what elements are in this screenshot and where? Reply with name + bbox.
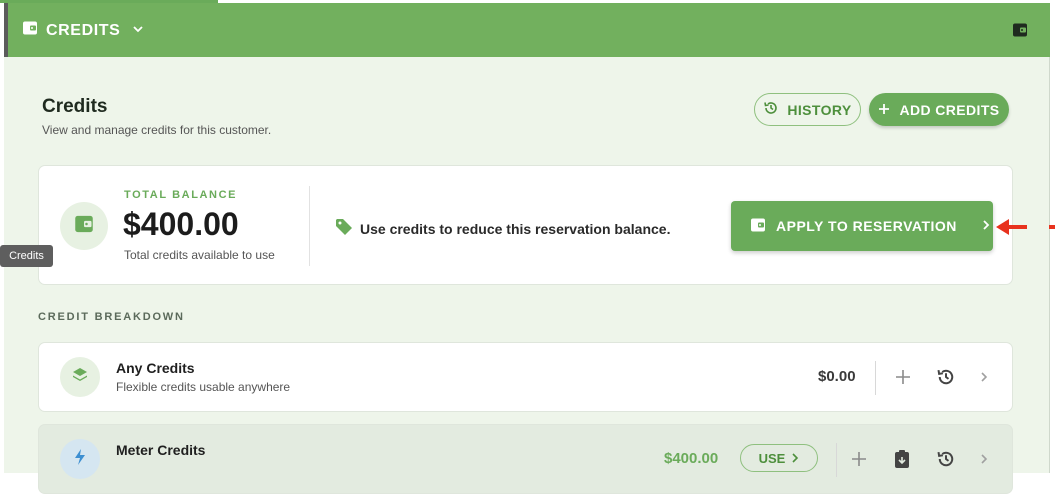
chevron-right-icon [981, 218, 991, 234]
balance-wallet-badge [60, 202, 108, 250]
history-button[interactable]: HISTORY [754, 93, 861, 126]
chevron-right-icon[interactable] [972, 365, 996, 389]
add-credits-label: ADD CREDITS [899, 101, 1000, 118]
history-label: HISTORY [787, 101, 852, 118]
meter-credits-badge [60, 439, 100, 479]
plus-icon [878, 102, 890, 118]
credit-description: Flexible credits usable anywhere [116, 380, 291, 394]
history-icon[interactable] [934, 447, 958, 471]
layers-icon [71, 366, 89, 389]
panel-header: CREDITS [4, 3, 1050, 57]
divider [309, 186, 310, 266]
chevron-right-icon[interactable] [972, 447, 996, 471]
history-icon[interactable] [934, 365, 958, 389]
total-balance-label: TOTAL BALANCE [124, 189, 238, 201]
divider [836, 443, 837, 477]
use-button[interactable]: USE [740, 444, 818, 472]
wallet-icon [22, 20, 38, 41]
tooltip: Credits [0, 245, 53, 267]
apply-to-reservation-button[interactable]: APPLY TO RESERVATION [731, 201, 993, 251]
lightning-icon [72, 448, 88, 471]
list-item[interactable]: Any Credits Flexible credits usable anyw… [38, 342, 1013, 412]
wallet-icon [750, 217, 766, 236]
panel-title: CREDITS [46, 21, 121, 39]
clipboard-icon[interactable] [890, 447, 914, 471]
add-credit-icon[interactable] [847, 447, 871, 471]
annotation-arrow-icon [995, 217, 1055, 242]
history-icon [763, 100, 779, 119]
panel-title-dropdown[interactable]: CREDITS [22, 20, 144, 41]
total-balance-card: TOTAL BALANCE $400.00 Total credits avai… [38, 165, 1013, 285]
credit-amount: $0.00 [818, 368, 856, 385]
any-credits-badge [60, 357, 100, 397]
tag-icon [335, 218, 353, 239]
add-credit-icon[interactable] [891, 365, 915, 389]
wallet-icon [74, 214, 94, 239]
add-credits-button[interactable]: ADD CREDITS [869, 93, 1009, 126]
apply-hint-text: Use credits to reduce this reservation b… [360, 220, 671, 237]
divider [875, 361, 876, 395]
credit-breakdown-heading: CREDIT BREAKDOWN [38, 311, 185, 323]
use-label: USE [758, 450, 786, 466]
list-item[interactable]: Meter Credits $400.00 USE [38, 424, 1013, 494]
page-subtitle: View and manage credits for this custome… [42, 123, 272, 137]
total-balance-caption: Total credits available to use [124, 248, 275, 262]
chevron-right-icon [791, 451, 799, 466]
page-title: Credits [42, 96, 108, 117]
apply-to-reservation-label: APPLY TO RESERVATION [776, 218, 957, 234]
chevron-down-icon [132, 23, 144, 38]
page-header: Credits View and manage credits for this… [42, 96, 271, 137]
wallet-icon[interactable] [1012, 22, 1028, 43]
credit-name: Meter Credits [116, 442, 206, 458]
apply-hint: Use credits to reduce this reservation b… [335, 218, 670, 239]
total-balance-amount: $400.00 [123, 206, 239, 242]
credit-amount: $400.00 [664, 450, 719, 467]
credit-name: Any Credits [116, 360, 195, 376]
